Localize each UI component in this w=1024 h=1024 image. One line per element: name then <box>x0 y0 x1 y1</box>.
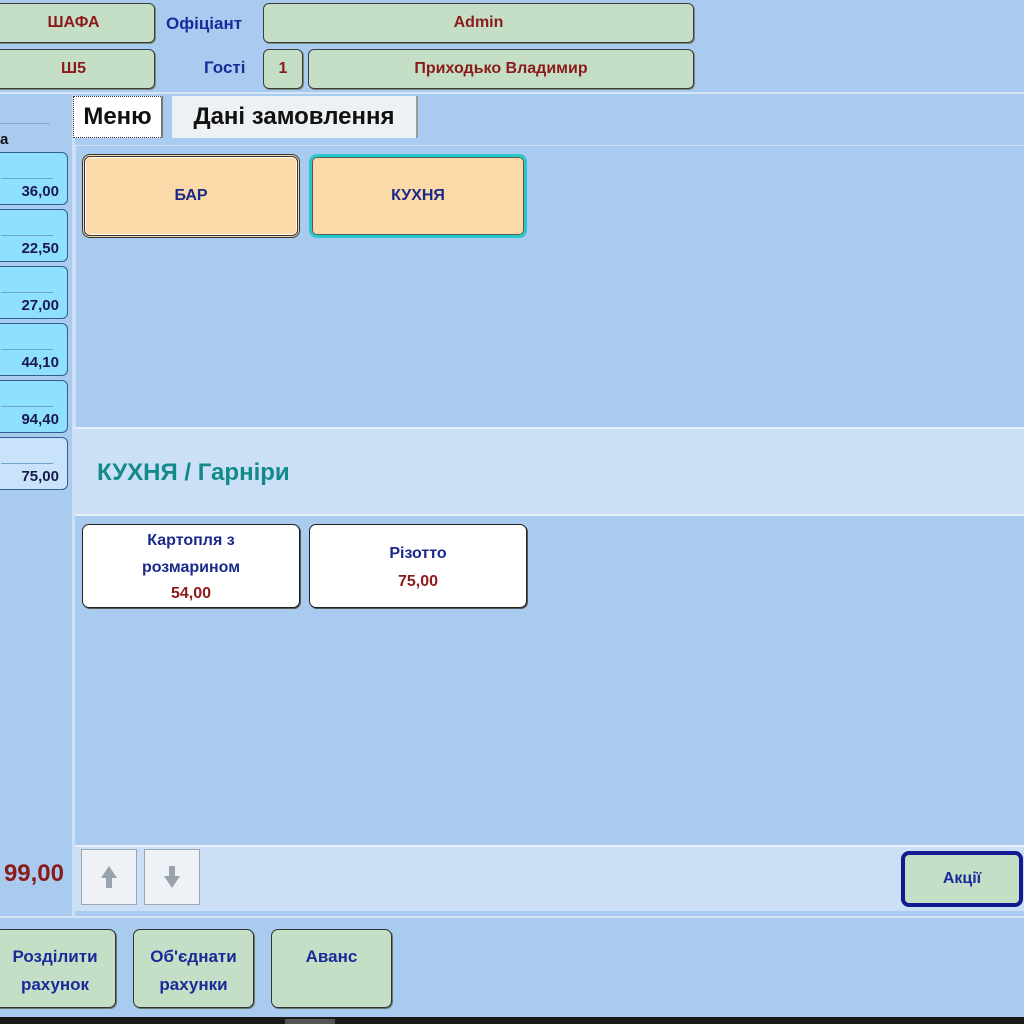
category-bar-button[interactable]: БАР <box>82 154 300 238</box>
split-bill-label-line1: Розділити <box>12 947 98 966</box>
order-list-header-line <box>0 123 50 124</box>
location-button[interactable]: ШАФА <box>0 3 155 43</box>
category-kitchen-button[interactable]: КУХНЯ <box>309 154 527 238</box>
order-total: 99,00 <box>3 860 64 887</box>
merge-bills-button[interactable]: Об'єднати рахунки <box>133 929 254 1008</box>
scroll-up-button[interactable] <box>81 849 137 905</box>
advance-button[interactable]: Аванс <box>271 929 392 1008</box>
breadcrumb: КУХНЯ / Гарніри <box>97 459 290 486</box>
navigation-bar <box>75 845 1024 911</box>
waiter-field[interactable]: Admin <box>263 3 694 43</box>
dish-button[interactable]: Картопля з розмарином 54,00 <box>82 524 300 608</box>
order-item[interactable]: 36,00 <box>0 152 68 205</box>
promotions-button[interactable]: Акції <box>901 851 1023 907</box>
order-item-amount: 22,50 <box>21 240 59 257</box>
order-item[interactable]: 75,00 <box>0 437 68 490</box>
dish-name: Різотто <box>389 545 447 562</box>
breadcrumb-band: КУХНЯ / Гарніри <box>75 427 1024 516</box>
guests-count-button[interactable]: 1 <box>263 49 303 89</box>
dish-name-line2: розмарином <box>141 559 241 576</box>
order-item[interactable]: 44,10 <box>0 323 68 376</box>
order-item[interactable]: 94,40 <box>0 380 68 433</box>
order-item-amount: 75,00 <box>21 468 59 485</box>
client-button[interactable]: Приходько Владимир <box>308 49 694 89</box>
order-item-amount: 36,00 <box>21 183 59 200</box>
guests-label: Гості <box>204 58 246 77</box>
order-item-amount: 44,10 <box>21 354 59 371</box>
arrow-up-icon <box>101 866 117 888</box>
dish-button[interactable]: Різотто 75,00 <box>309 524 527 608</box>
order-item-divider <box>1 235 53 236</box>
tab-menu-label: Меню <box>83 103 152 130</box>
order-item-amount: 94,40 <box>21 411 59 428</box>
order-item-divider <box>1 349 53 350</box>
order-item[interactable]: 22,50 <box>0 209 68 262</box>
waiter-label: Офіціант <box>166 14 243 33</box>
merge-bills-label-line1: Об'єднати <box>150 947 237 966</box>
split-bill-label-line2: рахунок <box>20 975 90 994</box>
taskbar <box>0 1017 1024 1024</box>
order-item-amount: 27,00 <box>21 297 59 314</box>
arrow-down-icon <box>164 866 180 888</box>
tab-order-data[interactable]: Дані замовлення <box>172 96 418 138</box>
footer-divider <box>0 916 1024 918</box>
tab-menu[interactable]: Меню <box>73 96 163 138</box>
dish-price: 54,00 <box>170 585 212 602</box>
order-item-divider <box>1 406 53 407</box>
dish-name-line1: Картопля з <box>147 532 235 549</box>
scroll-down-button[interactable] <box>144 849 200 905</box>
taskbar-item[interactable] <box>285 1019 335 1024</box>
order-item-divider <box>1 292 53 293</box>
order-item[interactable]: 27,00 <box>0 266 68 319</box>
dish-price: 75,00 <box>397 573 439 590</box>
order-item-divider <box>1 178 53 179</box>
order-list-column-header: а <box>0 131 9 148</box>
order-item-divider <box>1 463 53 464</box>
header-divider <box>0 92 1024 94</box>
merge-bills-label-line2: рахунки <box>159 975 228 994</box>
advance-label: Аванс <box>305 947 358 966</box>
table-button[interactable]: Ш5 <box>0 49 155 89</box>
split-bill-button[interactable]: Розділити рахунок <box>0 929 116 1008</box>
tab-order-data-label: Дані замовлення <box>193 103 395 130</box>
